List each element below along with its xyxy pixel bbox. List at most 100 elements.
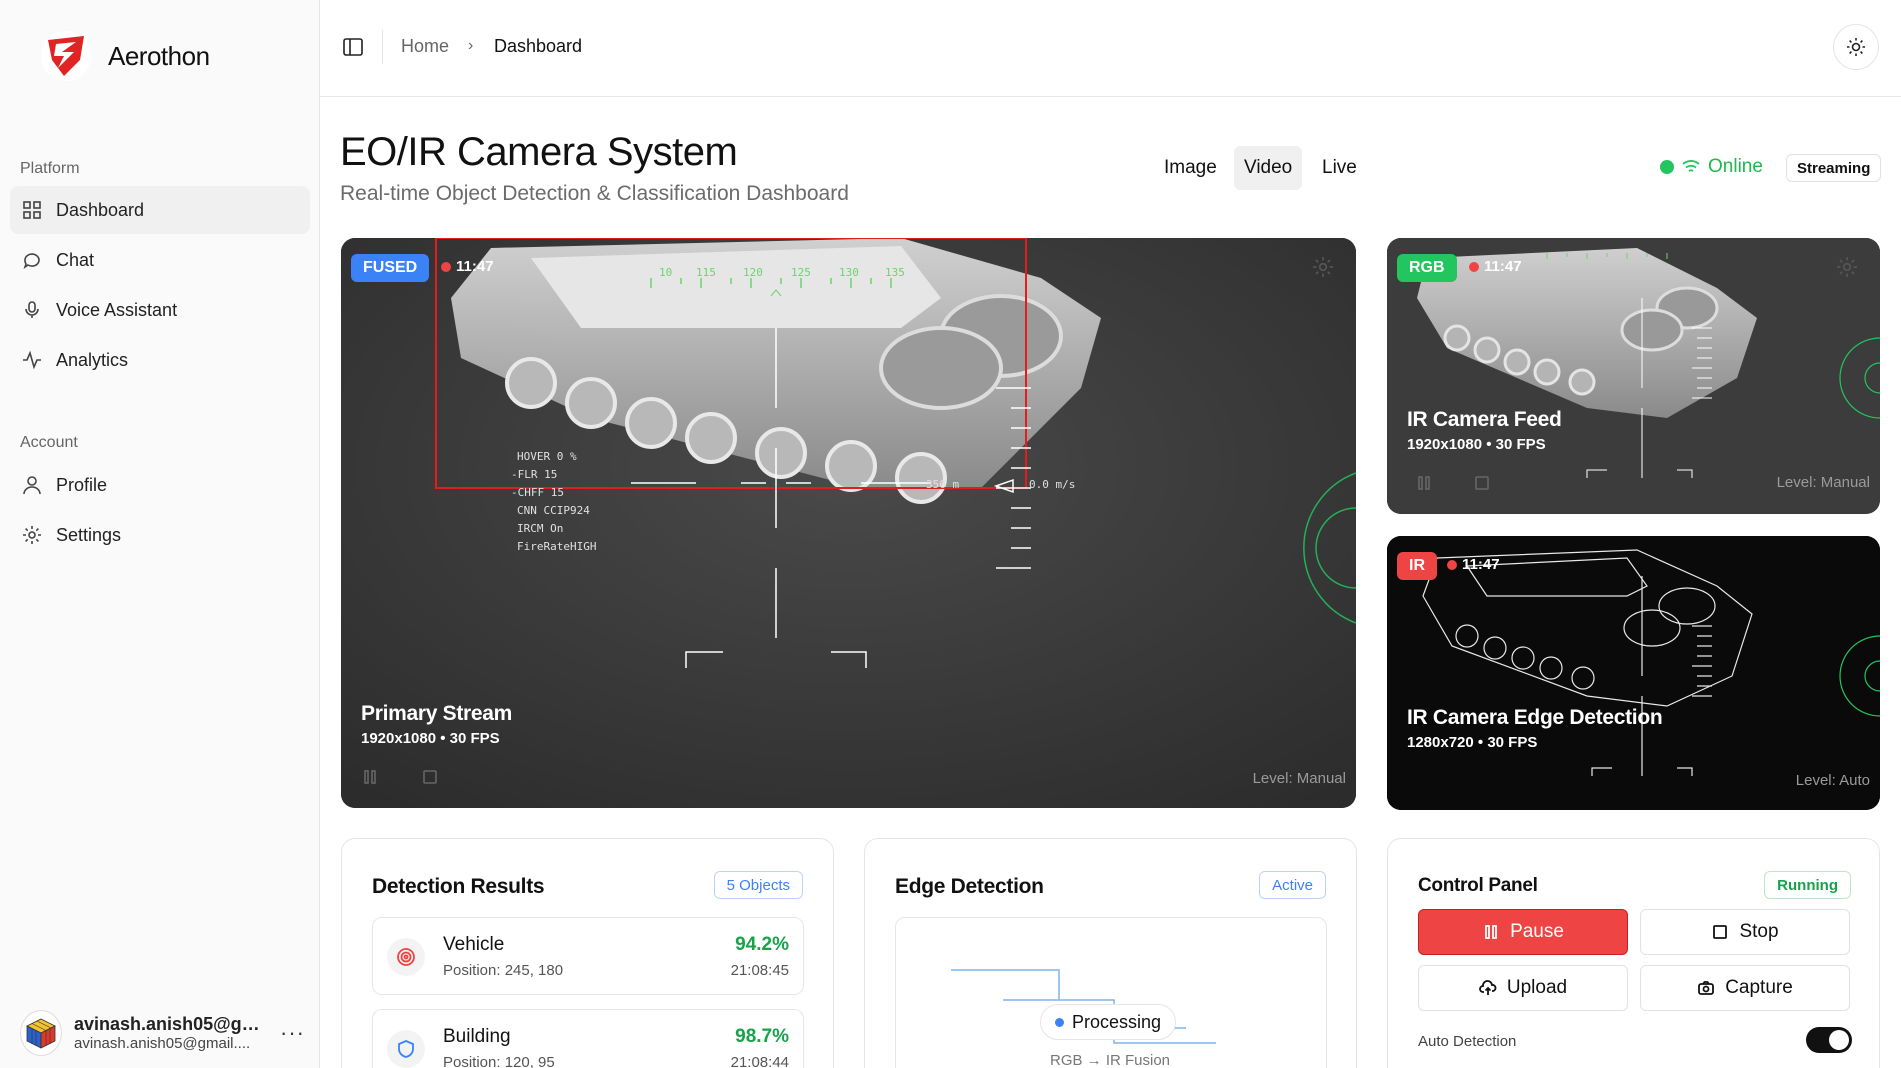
list-item[interactable]: Building Position: 120, 95 98.7% 21:08:4… <box>372 1009 804 1068</box>
tab-live[interactable]: Live <box>1312 146 1367 190</box>
stream-resolution: 1920x1080 • 30 FPS <box>361 730 500 747</box>
card-title: Control Panel <box>1418 875 1538 896</box>
hud-line: HOVER 0 % <box>517 450 577 463</box>
sidebar-item-label: Settings <box>56 524 122 545</box>
chat-icon <box>23 253 40 269</box>
shield-icon <box>387 1030 425 1068</box>
user-icon <box>23 476 41 495</box>
settings-gear-icon[interactable] <box>1836 256 1858 278</box>
pause-icon[interactable] <box>1415 474 1433 492</box>
upload-cloud-icon <box>1479 980 1497 995</box>
status-dot <box>1660 160 1674 174</box>
primary-stream-panel[interactable]: 10 115 120 125 130 135 HOVER 0 % -FLR 15… <box>341 238 1356 808</box>
upload-button[interactable]: Upload <box>1418 965 1628 1011</box>
edge-flow-diagram <box>951 969 1216 1044</box>
list-item[interactable]: Vehicle Position: 245, 180 94.2% 21:08:4… <box>372 917 804 995</box>
sidebar-item-voice-assistant[interactable]: Voice Assistant <box>10 286 310 334</box>
stream-name: IR Camera Edge Detection <box>1407 706 1663 729</box>
hud-tick-label: 115 <box>696 266 716 279</box>
stop-button[interactable]: Stop <box>1640 909 1850 955</box>
sidebar-toggle-icon[interactable] <box>342 36 364 58</box>
divider <box>382 30 383 64</box>
stop-icon[interactable] <box>421 768 439 786</box>
tab-image[interactable]: Image <box>1154 146 1227 190</box>
more-options-icon[interactable]: ··· <box>280 1020 305 1046</box>
camera-icon <box>1698 981 1715 995</box>
auto-detection-toggle[interactable] <box>1806 1027 1852 1053</box>
detection-results-card: Detection Results 5 Objects Vehicle Posi… <box>341 838 834 1068</box>
wifi-icon <box>1682 160 1700 172</box>
objects-count-badge: 5 Objects <box>713 871 803 899</box>
detection-time: 21:08:45 <box>730 962 789 979</box>
stream-tag: RGB <box>1397 254 1457 282</box>
brand-name: Aerothon <box>108 40 210 71</box>
stream-time-text: 11:47 <box>1484 258 1522 275</box>
connection-status: Online <box>1660 156 1763 178</box>
stream-resolution: 1920x1080 • 30 FPS <box>1407 436 1546 453</box>
sidebar-item-settings[interactable]: Settings <box>10 511 310 559</box>
capture-button[interactable]: Capture <box>1640 965 1850 1011</box>
recording-dot <box>1447 559 1457 570</box>
target-icon <box>387 938 425 976</box>
rgb-stream-panel[interactable]: RGB 11:47 IR Camera Feed 1920x1080 • 30 … <box>1387 238 1880 514</box>
ir-edge-video <box>1387 536 1880 810</box>
detection-name: Building <box>443 1026 511 1047</box>
rgb-stream-video <box>1387 238 1880 514</box>
chevron-right-icon: › <box>468 37 474 54</box>
brand[interactable]: Aerothon <box>40 30 210 82</box>
sidebar-item-dashboard[interactable]: Dashboard <box>10 186 310 234</box>
page-subtitle: Real-time Object Detection & Classificat… <box>340 182 849 205</box>
detection-position: Position: 120, 95 <box>443 1054 555 1068</box>
stream-name: IR Camera Feed <box>1407 408 1562 431</box>
stop-icon[interactable] <box>1473 474 1491 492</box>
breadcrumb-home[interactable]: Home <box>401 36 449 57</box>
hud-tick-label: 125 <box>791 266 811 279</box>
edge-detection-card: Edge Detection Active Processing RGB → I… <box>864 838 1357 1068</box>
avatar <box>20 1010 63 1056</box>
stop-icon <box>1713 925 1728 939</box>
pause-icon[interactable] <box>361 768 379 786</box>
hud-line: -FLR 15 <box>511 468 557 481</box>
processing-indicator: Processing <box>1040 1004 1177 1040</box>
fusion-label: RGB → IR Fusion <box>1050 1052 1171 1068</box>
sidebar-item-label: Profile <box>56 474 108 495</box>
hud-speed: 0.0 m/s <box>1029 478 1075 491</box>
running-badge: Running <box>1764 871 1851 899</box>
capture-label: Capture <box>1725 977 1793 998</box>
hud-tick-label: 130 <box>839 266 859 279</box>
rubiks-cube-icon <box>26 1018 56 1049</box>
page-title: EO/IR Camera System <box>340 130 738 174</box>
aerothon-logo-icon <box>41 31 91 81</box>
stream-time: 11:47 <box>441 258 494 275</box>
stream-time: 11:47 <box>1447 556 1500 573</box>
user-email: avinash.anish05@gmail.... <box>74 1035 251 1052</box>
theme-toggle-button[interactable] <box>1833 24 1879 70</box>
settings-gear-icon[interactable] <box>1312 256 1334 278</box>
detection-time: 21:08:44 <box>730 1054 789 1068</box>
user-menu[interactable]: avinash.anish05@gm... avinash.anish05@gm… <box>20 1010 305 1056</box>
hud-line: CNN CCIP924 <box>517 504 590 517</box>
sidebar-item-label: Analytics <box>56 349 129 370</box>
hud-line: IRCM On <box>517 522 563 535</box>
processing-text: Processing <box>1072 1011 1162 1032</box>
stop-label: Stop <box>1739 921 1779 942</box>
sidebar-item-profile[interactable]: Profile <box>10 461 310 509</box>
processing-dot <box>1055 1017 1064 1027</box>
stream-level: Level: Auto <box>1795 772 1870 789</box>
stream-time-text: 11:47 <box>456 258 494 275</box>
detection-name: Vehicle <box>443 934 505 955</box>
tab-video[interactable]: Video <box>1234 146 1303 190</box>
edge-status-badge: Active <box>1259 871 1326 899</box>
hud-tick-label: 10 <box>659 266 672 279</box>
pause-button[interactable]: Pause <box>1418 909 1628 955</box>
user-name: avinash.anish05@gm... <box>74 1014 265 1034</box>
stream-level: Level: Manual <box>1776 474 1870 491</box>
gear-icon <box>23 526 41 544</box>
sidebar-item-chat[interactable]: Chat <box>10 236 310 284</box>
ir-stream-panel[interactable]: IR 11:47 IR Camera Edge Detection 1280x7… <box>1387 536 1880 810</box>
sidebar-item-label: Dashboard <box>56 199 145 220</box>
auto-detection-label: Auto Detection <box>1418 1033 1517 1050</box>
sidebar-item-analytics[interactable]: Analytics <box>10 336 310 384</box>
recording-dot <box>1469 261 1479 272</box>
pause-label: Pause <box>1510 921 1564 942</box>
